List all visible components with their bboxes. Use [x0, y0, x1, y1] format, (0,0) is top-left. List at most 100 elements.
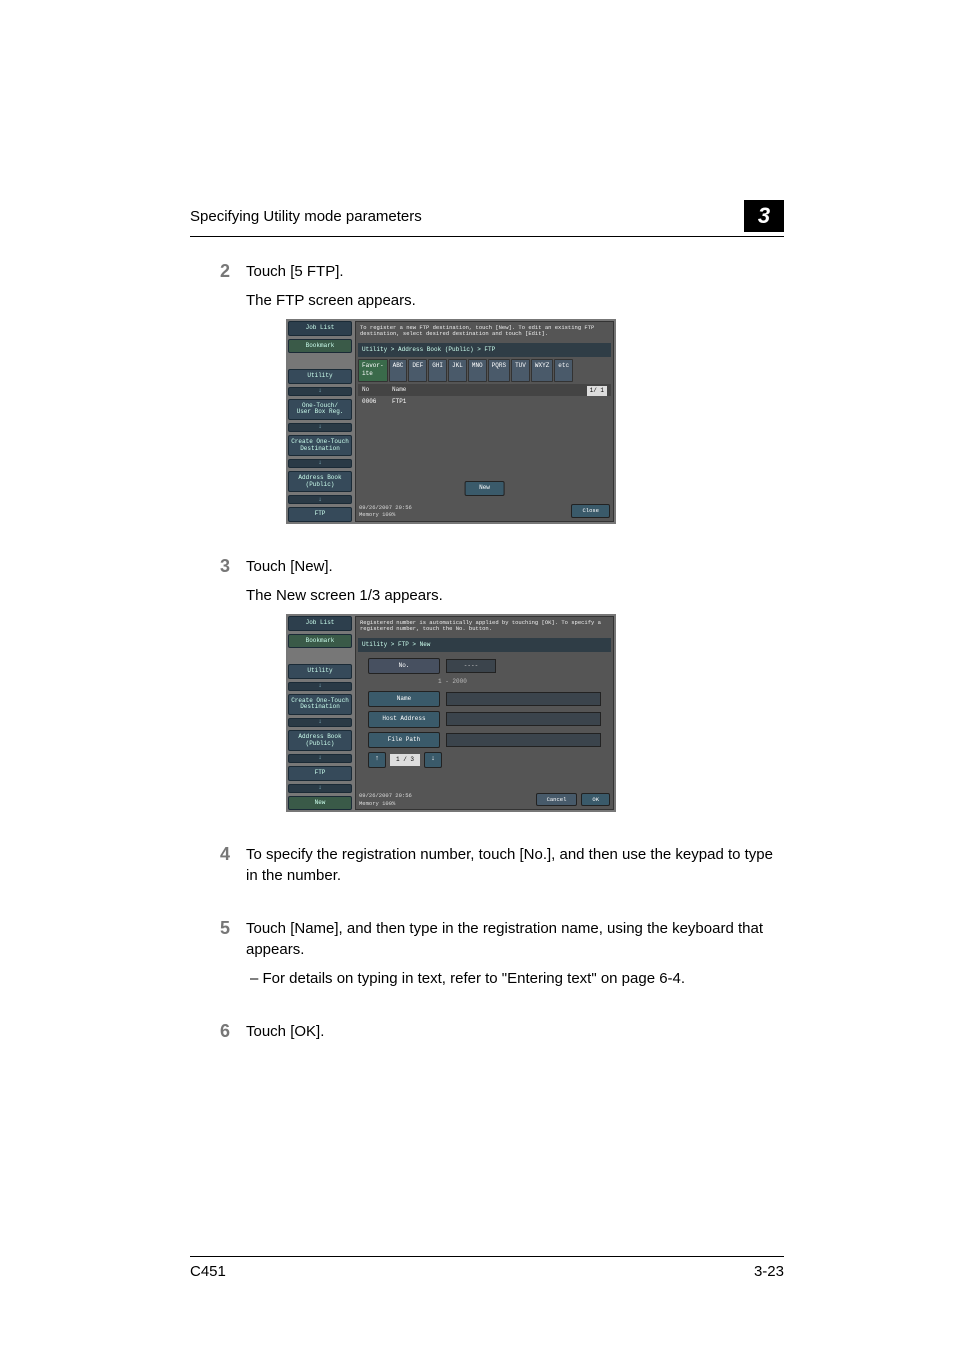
step-body: To specify the registration number, touc… — [246, 844, 784, 894]
panel1-sidebar: Job List Bookmark Utility ↓ One-Touch/ U… — [288, 321, 352, 522]
tab-wxyz[interactable]: WXYZ — [531, 359, 553, 382]
step-number: 4 — [190, 844, 246, 894]
sidebar-job-list[interactable]: Job List — [288, 616, 352, 631]
step-4: 4 To specify the registration number, to… — [190, 844, 784, 894]
form-row-path: File Path — [368, 732, 601, 748]
new-button[interactable]: New — [464, 481, 505, 495]
step-2-line2: The FTP screen appears. — [246, 290, 784, 311]
page-navigator: ↑ 1 / 3 ↓ — [368, 752, 601, 768]
tab-jkl[interactable]: JKL — [448, 359, 467, 382]
panel1-footer: 09/26/2007 20:56 Memory 100% Close — [356, 502, 613, 521]
panel2-instruction: Registered number is automatically appli… — [356, 617, 613, 636]
page: Specifying Utility mode parameters 3 2 T… — [0, 0, 954, 1350]
tab-favorite[interactable]: Favor- ite — [358, 359, 388, 382]
footer-datetime: 09/26/2007 20:56 Memory 100% — [359, 792, 412, 807]
ok-button[interactable]: OK — [581, 793, 610, 807]
tab-def[interactable]: DEF — [408, 359, 427, 382]
file-path-field[interactable] — [446, 733, 601, 747]
header-name: Name — [392, 386, 406, 394]
step-body: Touch [New]. The New screen 1/3 appears.… — [246, 556, 784, 820]
sidebar-arrow-icon: ↓ — [288, 682, 352, 691]
step-body: Touch [Name], and then type in the regis… — [246, 918, 784, 997]
file-path-button[interactable]: File Path — [368, 732, 440, 748]
step-5-text: Touch [Name], and then type in the regis… — [246, 918, 784, 960]
step-3-line2: The New screen 1/3 appears. — [246, 585, 784, 606]
host-address-field[interactable] — [446, 712, 601, 726]
sidebar-one-touch[interactable]: One-Touch/ User Box Reg. — [288, 399, 352, 420]
step-number: 2 — [190, 261, 246, 532]
sidebar-create-destination[interactable]: Create One-Touch Destination — [288, 694, 352, 715]
sidebar-arrow-icon: ↓ — [288, 784, 352, 793]
sidebar-ftp[interactable]: FTP — [288, 507, 352, 522]
next-page-button[interactable]: ↓ — [424, 752, 442, 768]
form-row-host: Host Address — [368, 711, 601, 727]
sidebar-arrow-icon: ↓ — [288, 459, 352, 468]
sidebar-bookmark[interactable]: Bookmark — [288, 634, 352, 649]
step-4-text: To specify the registration number, touc… — [246, 844, 784, 886]
panel2-footer: 09/26/2007 20:56 Memory 100% Cancel OK — [356, 790, 613, 809]
step-number: 5 — [190, 918, 246, 997]
prev-page-button[interactable]: ↑ — [368, 752, 386, 768]
page-indicator: 1/ 1 — [587, 386, 607, 396]
section-title: Specifying Utility mode parameters — [190, 208, 422, 225]
row-no: 0006 — [362, 398, 392, 406]
sidebar-address-book[interactable]: Address Book (Public) — [288, 471, 352, 492]
new-screen-screenshot: Job List Bookmark Utility ↓ Create One-T… — [286, 614, 616, 812]
panel2-sidebar: Job List Bookmark Utility ↓ Create One-T… — [288, 616, 352, 810]
name-button[interactable]: Name — [368, 691, 440, 707]
list-header: No Name — [358, 384, 611, 396]
no-value: ---- — [446, 659, 496, 673]
table-row[interactable]: 0006 FTP1 — [358, 396, 611, 408]
row-name: FTP1 — [392, 398, 406, 406]
tab-pqrs[interactable]: PQRS — [488, 359, 510, 382]
no-range: 1 - 2000 — [438, 678, 601, 686]
close-button[interactable]: Close — [571, 504, 610, 518]
step-5: 5 Touch [Name], and then type in the reg… — [190, 918, 784, 997]
name-field[interactable] — [446, 692, 601, 706]
footer-datetime: 09/26/2007 20:56 Memory 100% — [359, 504, 412, 519]
sidebar-create-destination[interactable]: Create One-Touch Destination — [288, 435, 352, 456]
sidebar-arrow-icon: ↓ — [288, 495, 352, 504]
panel2-main: Registered number is automatically appli… — [355, 616, 614, 810]
sidebar-utility[interactable]: Utility — [288, 369, 352, 384]
step-3-line1: Touch [New]. — [246, 556, 784, 577]
page-indicator: 1 / 3 — [390, 754, 420, 766]
section-header: Specifying Utility mode parameters 3 — [190, 200, 784, 237]
no-label[interactable]: No. — [368, 658, 440, 674]
sidebar-arrow-icon: ↓ — [288, 718, 352, 727]
sidebar-new[interactable]: New — [288, 796, 352, 811]
tab-etc[interactable]: etc — [554, 359, 573, 382]
step-3: 3 Touch [New]. The New screen 1/3 appear… — [190, 556, 784, 820]
sidebar-arrow-icon: ↓ — [288, 754, 352, 763]
tab-mno[interactable]: MNO — [468, 359, 487, 382]
tab-ghi[interactable]: GHI — [428, 359, 447, 382]
sidebar-ftp[interactable]: FTP — [288, 766, 352, 781]
step-body: Touch [5 FTP]. The FTP screen appears. J… — [246, 261, 784, 532]
sidebar-arrow-icon: ↓ — [288, 423, 352, 432]
host-address-button[interactable]: Host Address — [368, 711, 440, 727]
sidebar-address-book[interactable]: Address Book (Public) — [288, 730, 352, 751]
panel1-content: No Name 0006 FTP1 1/ 1 New — [358, 384, 611, 500]
sidebar-job-list[interactable]: Job List — [288, 321, 352, 336]
page-footer: C451 3-23 — [190, 1256, 784, 1280]
ftp-list-screenshot: Job List Bookmark Utility ↓ One-Touch/ U… — [286, 319, 616, 524]
tab-abc[interactable]: ABC — [389, 359, 408, 382]
panel1-tabbar: Favor- ite ABC DEF GHI JKL MNO PQRS TUV … — [356, 359, 613, 384]
sidebar-bookmark[interactable]: Bookmark — [288, 339, 352, 354]
step-2-line1: Touch [5 FTP]. — [246, 261, 784, 282]
sidebar-arrow-icon: ↓ — [288, 387, 352, 396]
panel1-main: To register a new FTP destination, touch… — [355, 321, 614, 522]
step-number: 6 — [190, 1021, 246, 1050]
tab-tuv[interactable]: TUV — [511, 359, 530, 382]
panel1-instruction: To register a new FTP destination, touch… — [356, 322, 613, 341]
step-body: Touch [OK]. — [246, 1021, 784, 1050]
sidebar-utility[interactable]: Utility — [288, 664, 352, 679]
step-2: 2 Touch [5 FTP]. The FTP screen appears.… — [190, 261, 784, 532]
step-6: 6 Touch [OK]. — [190, 1021, 784, 1050]
form-row-no: No. ---- — [368, 658, 601, 674]
panel1-breadcrumb: Utility > Address Book (Public) > FTP — [358, 343, 611, 357]
header-no: No — [362, 386, 392, 394]
step-5-subtext: – For details on typing in text, refer t… — [246, 968, 784, 989]
page-number: 3-23 — [754, 1263, 784, 1280]
cancel-button[interactable]: Cancel — [536, 793, 578, 807]
